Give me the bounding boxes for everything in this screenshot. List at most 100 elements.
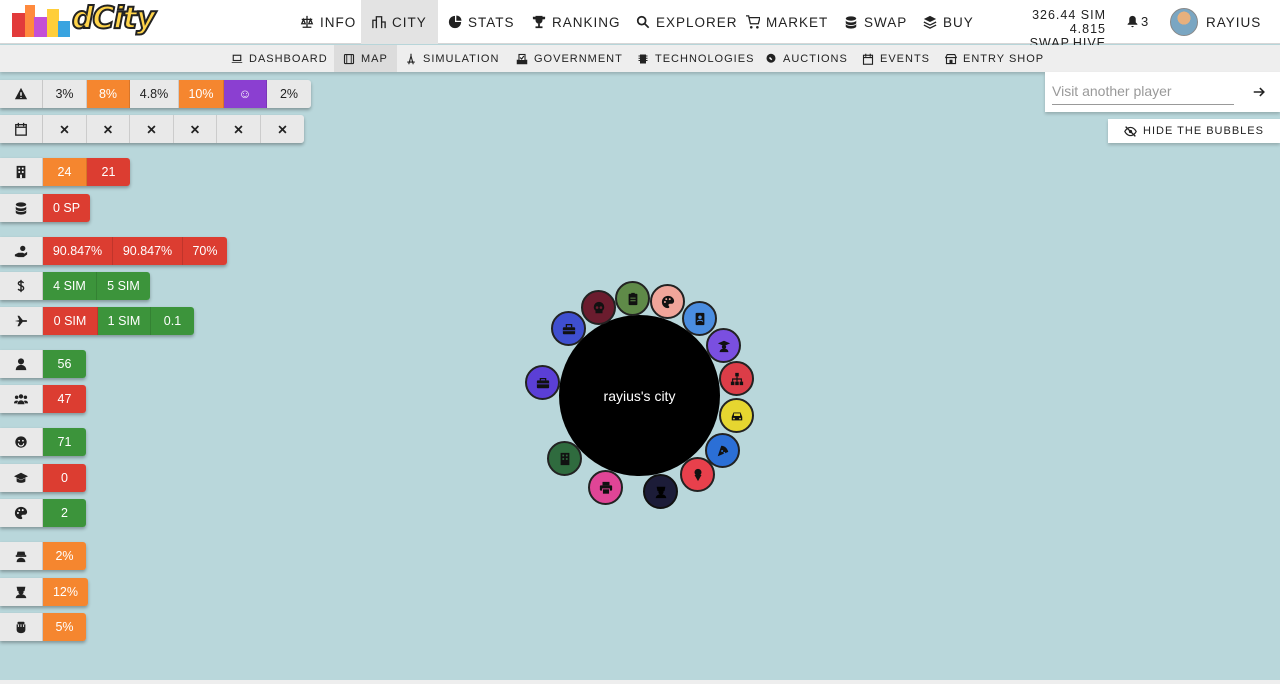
nav-market[interactable]: MARKET — [744, 0, 830, 44]
vote-icon — [516, 53, 528, 64]
happiness-value[interactable]: 71 — [43, 428, 86, 456]
city-icon — [372, 16, 386, 29]
top-navbar: dCity INFO CITY STATS RANKING EXPLORER M… — [0, 0, 1280, 50]
money-value[interactable]: 4 SIM — [43, 272, 97, 300]
gavel-icon — [766, 53, 776, 63]
city-name: rayius's city — [603, 387, 676, 404]
toolbox-icon[interactable] — [551, 311, 586, 346]
skull-icon[interactable] — [581, 290, 616, 325]
money-value[interactable]: 5 SIM — [97, 272, 150, 300]
car-icon[interactable] — [719, 398, 754, 433]
police-icon — [0, 578, 43, 606]
tab-auctions[interactable]: AUCTIONS — [762, 45, 851, 72]
fist-icon — [0, 613, 43, 641]
clipboard-icon[interactable] — [615, 281, 650, 316]
compass-icon — [407, 53, 415, 64]
tab-entry-shop[interactable]: ENTRY SHOP — [942, 45, 1047, 72]
unrest-value[interactable]: 5% — [43, 613, 86, 641]
plane-icon — [0, 307, 43, 335]
population-value[interactable]: 56 — [43, 350, 86, 378]
smile-icon[interactable]: ☺ — [224, 80, 267, 108]
buildings-value[interactable]: 24 — [43, 158, 87, 186]
city-subnav: DASHBOARD MAP SIMULATION GOVERNMENT TECH… — [0, 45, 1280, 72]
search-icon — [636, 15, 650, 29]
wallet-balance: 326.44 SIM 4.815 SWAP.HIVE — [990, 8, 1106, 50]
ice-cream-icon[interactable] — [680, 457, 715, 492]
workers-value[interactable]: 47 — [43, 385, 86, 413]
close-icon[interactable]: ✕ — [43, 115, 87, 143]
briefcase-icon[interactable] — [525, 365, 560, 400]
hand-coin-icon — [0, 237, 43, 265]
graduate-icon[interactable] — [706, 328, 741, 363]
travel-value[interactable]: 0.1 — [151, 307, 194, 335]
travel-row: 0 SIM 1 SIM 0.1 — [0, 307, 194, 335]
users-icon — [0, 385, 43, 413]
tab-simulation[interactable]: SIMULATION — [402, 45, 502, 72]
buildings-value[interactable]: 21 — [87, 158, 130, 186]
close-icon[interactable]: ✕ — [261, 115, 304, 143]
smile-icon — [0, 428, 43, 456]
income-rate[interactable]: 70% — [183, 237, 227, 265]
tab-technologies[interactable]: TECHNOLOGIES — [634, 45, 757, 72]
visit-player-input[interactable] — [1052, 78, 1234, 105]
notification-count: 3 — [1141, 14, 1149, 29]
nav-info[interactable]: INFO — [296, 0, 360, 44]
tab-dashboard[interactable]: DASHBOARD — [228, 45, 331, 72]
close-icon[interactable]: ✕ — [130, 115, 174, 143]
tab-map[interactable]: MAP — [334, 45, 397, 72]
printer-icon[interactable] — [588, 470, 623, 505]
sim-balance: 326.44 SIM — [1032, 8, 1106, 22]
nav-ranking[interactable]: RANKING — [530, 0, 623, 44]
palette-icon[interactable] — [650, 284, 685, 319]
risk-value[interactable]: 10% — [179, 80, 224, 108]
warning-icon — [0, 80, 43, 108]
income-rate[interactable]: 90.847% — [113, 237, 183, 265]
dcity-logo[interactable]: dCity — [10, 0, 160, 41]
shop-icon — [945, 53, 957, 64]
building-icon[interactable] — [547, 441, 582, 476]
travel-value[interactable]: 1 SIM — [98, 307, 151, 335]
city-circle[interactable]: rayius's city — [559, 315, 720, 476]
nav-explorer[interactable]: EXPLORER — [634, 0, 740, 44]
pie-chart-icon — [448, 15, 462, 29]
risk-value[interactable]: 8% — [87, 80, 130, 108]
sitemap-icon[interactable] — [719, 361, 754, 396]
risk-value[interactable]: 4.8% — [130, 80, 179, 108]
culture-value[interactable]: 2 — [43, 499, 86, 527]
income-rate[interactable]: 90.847% — [43, 237, 113, 265]
trophy-icon — [532, 15, 546, 29]
arrow-right-icon[interactable] — [1252, 85, 1266, 99]
travel-value[interactable]: 0 SIM — [43, 307, 98, 335]
bell-icon — [1127, 15, 1138, 28]
person-icon — [0, 350, 43, 378]
nav-city[interactable]: CITY — [361, 0, 438, 44]
police-value[interactable]: 12% — [43, 578, 88, 606]
building-icon — [0, 158, 43, 186]
nav-swap[interactable]: SWAP — [842, 0, 909, 44]
coins-icon — [0, 194, 43, 222]
education-value[interactable]: 0 — [43, 464, 86, 492]
coins-icon — [845, 16, 857, 29]
close-icon[interactable]: ✕ — [87, 115, 130, 143]
risk-value[interactable]: 3% — [43, 80, 87, 108]
notifications-button[interactable]: 3 — [1126, 14, 1148, 29]
calendar-icon — [862, 53, 874, 65]
thief-icon — [0, 542, 43, 570]
username[interactable]: RAYIUS — [1206, 15, 1261, 30]
nav-stats[interactable]: STATS — [446, 0, 517, 44]
crime-value[interactable]: 2% — [43, 542, 86, 570]
tab-events[interactable]: EVENTS — [859, 45, 933, 72]
graduation-cap-icon — [0, 464, 43, 492]
sp-value[interactable]: 0 SP — [43, 194, 90, 222]
avatar[interactable] — [1170, 8, 1198, 36]
sp-row: 0 SP — [0, 194, 90, 222]
palette-icon — [0, 499, 43, 527]
tab-government[interactable]: GOVERNMENT — [513, 45, 626, 72]
close-icon[interactable]: ✕ — [217, 115, 261, 143]
police-icon[interactable] — [643, 474, 678, 509]
risk-value[interactable]: 2% — [267, 80, 311, 108]
nav-buy[interactable]: BUY — [921, 0, 976, 44]
close-icon[interactable]: ✕ — [174, 115, 217, 143]
hide-bubbles-button[interactable]: HIDE THE BUBBLES — [1108, 119, 1280, 143]
chip-icon — [638, 54, 648, 63]
